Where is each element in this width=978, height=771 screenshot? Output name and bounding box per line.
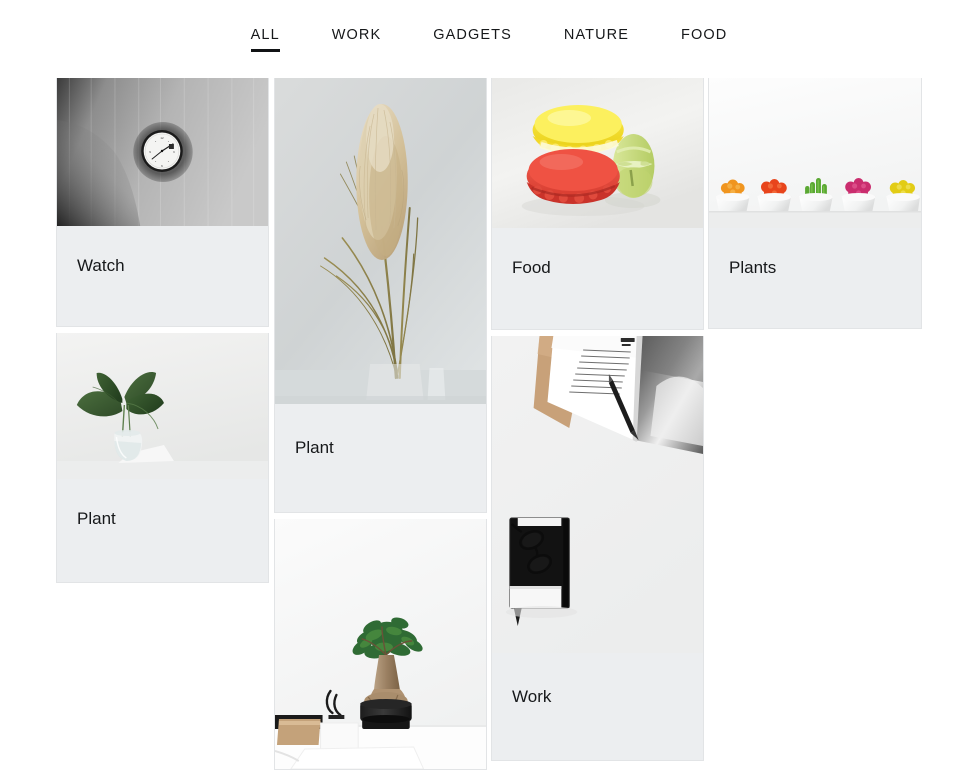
plant-leaf-photo[interactable] — [57, 333, 268, 479]
card-title: Plant — [77, 509, 116, 528]
nav-item-label: NATURE — [563, 27, 630, 43]
gallery-column-3: Food Work — [491, 78, 704, 767]
nav-item-all[interactable]: ALL — [250, 27, 280, 52]
card-title: Work — [512, 687, 552, 706]
nav-item-label: FOOD — [681, 27, 728, 43]
card-title: Plants — [729, 258, 777, 277]
watch-photo[interactable]: 12 3 69 — [57, 78, 268, 226]
work-photo[interactable] — [492, 336, 703, 653]
bonsai-photo[interactable] — [275, 519, 486, 769]
card-title: Food — [512, 258, 551, 277]
work-caption: Work — [492, 653, 703, 760]
watch-caption: Watch — [57, 226, 268, 326]
category-filter-nav: ALL WORK GADGETS NATURE FOOD — [0, 0, 978, 78]
open-magazine-notebook-glasses-image — [492, 336, 703, 653]
macarons-image — [492, 78, 703, 228]
bonsai-on-desk-image — [275, 519, 486, 769]
food-photo[interactable] — [492, 78, 703, 228]
nav-item-work[interactable]: WORK — [332, 28, 382, 52]
gallery-column-1: 12 3 69 Watch Plant — [56, 78, 269, 589]
plants-photo[interactable] — [709, 78, 921, 228]
plant-leaf-caption: Plant — [57, 479, 268, 582]
gallery-card-plant-pampas[interactable]: Plant — [274, 78, 487, 513]
svg-text:12: 12 — [160, 136, 164, 140]
nav-item-food[interactable]: FOOD — [681, 28, 727, 52]
gallery-column-4: Plants — [708, 78, 922, 335]
leaf-in-glass-vase-image — [57, 333, 268, 479]
nav-item-label: GADGETS — [433, 27, 512, 43]
gallery-card-watch[interactable]: 12 3 69 Watch — [56, 78, 269, 327]
card-title: Watch — [77, 256, 125, 275]
gallery-card-bonsai[interactable] — [274, 519, 487, 770]
card-title: Plant — [295, 438, 334, 457]
plant-pampas-photo[interactable] — [275, 78, 486, 404]
plant-pampas-caption: Plant — [275, 404, 486, 512]
gallery-grid: 12 3 69 Watch Plant Plant Food Work Plan… — [0, 78, 978, 771]
nav-item-nature[interactable]: NATURE — [564, 28, 629, 52]
nav-item-label: ALL — [250, 27, 280, 43]
nav-item-label: WORK — [331, 27, 382, 43]
pampas-grass-in-vase-image — [275, 78, 486, 404]
grayscale-wall-clock-image: 123 69 — [57, 78, 268, 226]
gallery-card-food[interactable]: Food — [491, 78, 704, 330]
gallery-card-work[interactable]: Work — [491, 336, 704, 761]
gallery-card-plant-leaf[interactable]: Plant — [56, 333, 269, 583]
plants-caption: Plants — [709, 228, 921, 328]
nav-item-gadgets[interactable]: GADGETS — [433, 28, 512, 52]
gallery-column-2: Plant — [274, 78, 487, 771]
cactus-pots-image — [709, 78, 921, 228]
gallery-card-plants[interactable]: Plants — [708, 78, 922, 329]
food-caption: Food — [492, 228, 703, 329]
